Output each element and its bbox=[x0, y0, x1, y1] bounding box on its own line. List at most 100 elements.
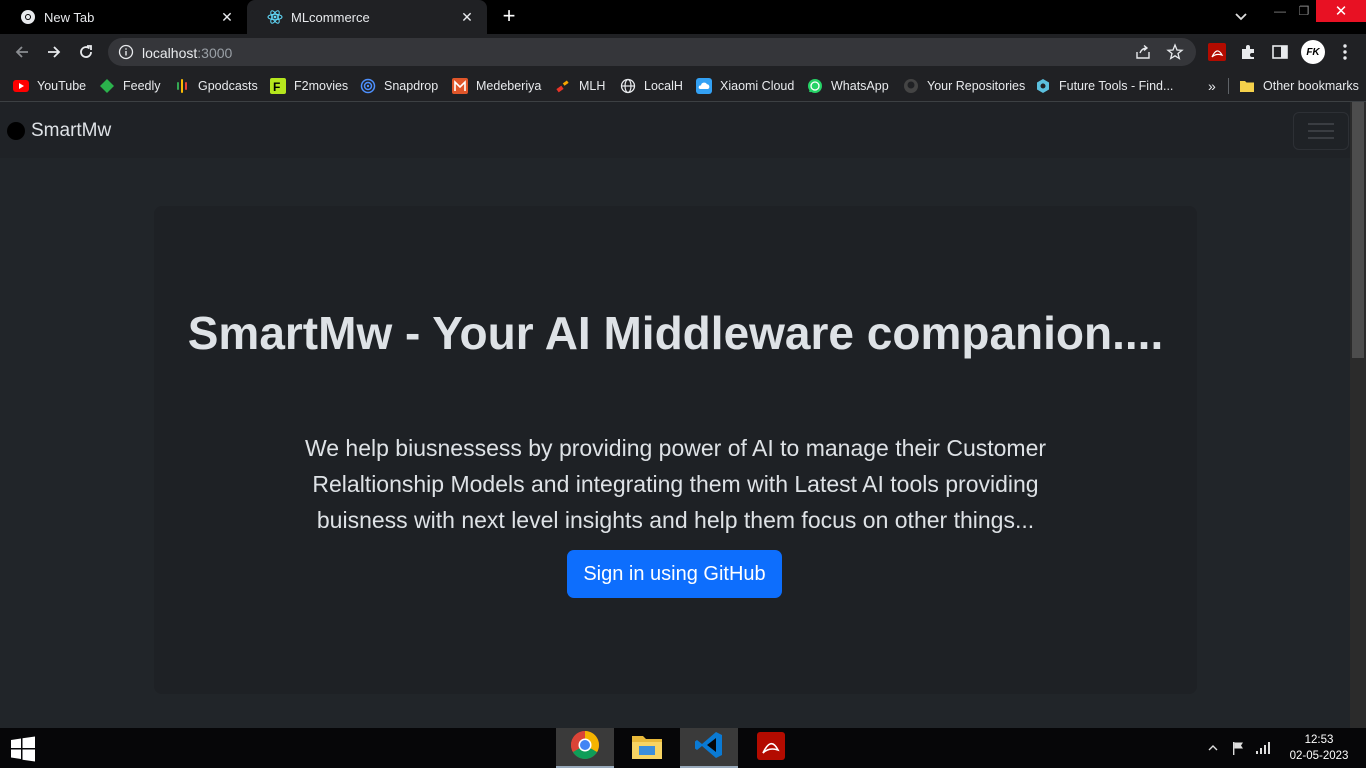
bookmark-xiaomi-cloud[interactable]: Xiaomi Cloud bbox=[696, 76, 794, 96]
acrobat-icon bbox=[757, 731, 785, 765]
hamburger-line bbox=[1308, 130, 1334, 132]
taskbar-acrobat[interactable] bbox=[742, 728, 800, 768]
bookmark-label: F2movies bbox=[294, 79, 349, 93]
tab-title: MLcommerce bbox=[291, 9, 370, 25]
chrome-icon bbox=[570, 730, 600, 765]
bookmark-future-tools[interactable]: Future Tools - Find... bbox=[1035, 76, 1173, 96]
url-port: :3000 bbox=[197, 45, 233, 61]
clock-date: 02-05-2023 bbox=[1289, 750, 1349, 762]
close-tab-icon[interactable]: ✕ bbox=[459, 9, 475, 25]
hamburger-line bbox=[1308, 137, 1334, 139]
share-icon[interactable] bbox=[1134, 43, 1152, 61]
page-scrollbar[interactable] bbox=[1350, 102, 1366, 728]
tab-mlcommerce[interactable]: MLcommerce ✕ bbox=[247, 0, 487, 34]
github-icon bbox=[903, 78, 919, 94]
taskbar-chrome[interactable] bbox=[556, 728, 614, 768]
brand-logo-icon bbox=[7, 122, 25, 140]
chrome-icon bbox=[20, 9, 36, 25]
bookmark-youtube[interactable]: YouTube bbox=[13, 76, 86, 96]
show-hidden-icons-chevron-icon[interactable] bbox=[1208, 728, 1220, 768]
bookmark-label: Snapdrop bbox=[384, 79, 439, 93]
bookmark-gpodcasts[interactable]: Gpodcasts bbox=[174, 76, 258, 96]
bookmark-label: Gpodcasts bbox=[198, 79, 258, 93]
profile-avatar[interactable]: FK bbox=[1301, 40, 1325, 64]
bookmarks-divider bbox=[1228, 78, 1229, 94]
snapdrop-icon bbox=[360, 78, 376, 94]
whatsapp-icon bbox=[807, 78, 823, 94]
bookmark-other-bookmarks[interactable]: Other bookmarks bbox=[1239, 76, 1359, 96]
browser-toolbar: localhost:3000 FK bbox=[0, 34, 1366, 70]
more-menu-icon[interactable] bbox=[1334, 41, 1356, 63]
bookmark-f2movies[interactable]: F F2movies bbox=[270, 76, 348, 96]
vscode-icon bbox=[694, 730, 724, 765]
action-center-flag-icon[interactable] bbox=[1231, 728, 1247, 768]
windows-start-icon[interactable] bbox=[10, 736, 36, 762]
bookmarks-bar: YouTube Feedly Gpodcasts F F2movies Snap… bbox=[0, 70, 1366, 102]
taskbar-clock[interactable]: 12:53 02-05-2023 bbox=[1280, 732, 1358, 764]
acrobat-extension-icon[interactable] bbox=[1206, 41, 1228, 63]
taskbar-vscode[interactable] bbox=[680, 728, 738, 768]
globe-icon bbox=[620, 78, 636, 94]
google-podcasts-icon bbox=[174, 78, 190, 94]
f2movies-icon: F bbox=[270, 78, 286, 94]
tab-search-chevron-icon[interactable] bbox=[1232, 6, 1250, 28]
clock-time: 12:53 bbox=[1304, 734, 1334, 746]
bookmark-label: WhatsApp bbox=[831, 79, 889, 93]
bookmark-localh[interactable]: LocalH bbox=[620, 76, 683, 96]
page-viewport: SmartMw SmartMw - Your AI Middleware com… bbox=[0, 102, 1350, 728]
brand-link[interactable]: SmartMw bbox=[7, 120, 111, 142]
bookmarks-overflow-button[interactable]: » bbox=[1208, 76, 1216, 96]
sign-in-github-button[interactable]: Sign in using GitHub bbox=[567, 550, 782, 598]
close-window-button[interactable]: ✕ bbox=[1316, 0, 1366, 22]
bookmark-label: Your Repositories bbox=[927, 79, 1026, 93]
folder-icon bbox=[1239, 78, 1255, 94]
tab-strip: New Tab ✕ MLcommerce ✕ + — ❐ ✕ bbox=[0, 0, 1366, 34]
url-text: localhost:3000 bbox=[142, 45, 232, 61]
site-navbar: SmartMw bbox=[0, 102, 1350, 158]
hero-title: SmartMw - Your AI Middleware companion..… bbox=[187, 307, 1164, 359]
bookmark-star-icon[interactable] bbox=[1166, 43, 1184, 61]
mlh-icon bbox=[555, 78, 571, 94]
feedly-icon bbox=[99, 78, 115, 94]
forward-button[interactable] bbox=[42, 40, 66, 64]
brand-name: SmartMw bbox=[31, 120, 112, 141]
bookmark-mlh[interactable]: MLH bbox=[555, 76, 605, 96]
bookmark-snapdrop[interactable]: Snapdrop bbox=[360, 76, 438, 96]
bookmark-label: LocalH bbox=[644, 79, 683, 93]
future-tools-icon bbox=[1035, 78, 1051, 94]
reload-button[interactable] bbox=[74, 40, 98, 64]
hero-section: SmartMw - Your AI Middleware companion..… bbox=[154, 206, 1197, 694]
bookmark-your-repositories[interactable]: Your Repositories bbox=[903, 76, 1025, 96]
navbar-toggler-button[interactable] bbox=[1293, 112, 1349, 150]
close-tab-icon[interactable]: ✕ bbox=[219, 9, 235, 25]
medeberiya-icon bbox=[452, 78, 468, 94]
scrollbar-thumb[interactable] bbox=[1352, 102, 1364, 358]
hero-description: We help biusnessess by providing power o… bbox=[304, 435, 1047, 533]
tab-new-tab[interactable]: New Tab ✕ bbox=[0, 0, 247, 34]
bookmark-label: YouTube bbox=[37, 79, 87, 93]
bookmark-label: MLH bbox=[579, 79, 606, 93]
restore-button[interactable]: ❐ bbox=[1292, 0, 1316, 22]
side-panel-icon[interactable] bbox=[1269, 41, 1291, 63]
svg-text:F: F bbox=[273, 80, 280, 94]
bookmark-label: Medeberiya bbox=[476, 79, 542, 93]
youtube-icon bbox=[13, 78, 29, 94]
minimize-button[interactable]: — bbox=[1268, 0, 1292, 22]
site-info-icon[interactable] bbox=[118, 44, 134, 60]
bookmark-feedly[interactable]: Feedly bbox=[99, 76, 161, 96]
react-icon bbox=[267, 9, 283, 25]
bookmark-whatsapp[interactable]: WhatsApp bbox=[807, 76, 889, 96]
bookmark-label: Future Tools - Find... bbox=[1059, 79, 1174, 93]
bookmark-label: Other bookmarks bbox=[1263, 79, 1359, 93]
back-button[interactable] bbox=[10, 40, 34, 64]
address-bar[interactable]: localhost:3000 bbox=[108, 38, 1196, 66]
taskbar-file-explorer[interactable] bbox=[618, 728, 676, 768]
extensions-puzzle-icon[interactable] bbox=[1237, 41, 1259, 63]
new-tab-button[interactable]: + bbox=[498, 5, 520, 28]
url-host: localhost bbox=[142, 45, 198, 61]
bookmark-medeberiya[interactable]: Medeberiya bbox=[452, 76, 541, 96]
network-signal-icon[interactable] bbox=[1255, 728, 1273, 768]
hamburger-line bbox=[1308, 123, 1334, 125]
xiaomi-cloud-icon bbox=[696, 78, 712, 94]
bookmark-label: Xiaomi Cloud bbox=[720, 79, 795, 93]
